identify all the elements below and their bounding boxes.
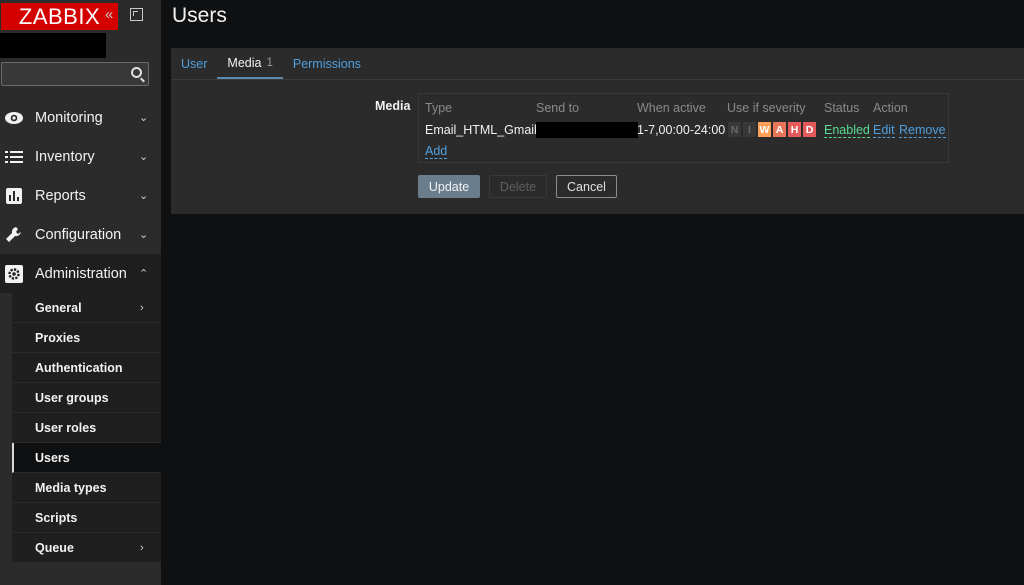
media-type-cell: Email_HTML_Gmail [425,123,537,137]
tab-user[interactable]: User [171,48,217,79]
submenu-item-label: Scripts [35,510,78,525]
collapse-sidebar-icon[interactable]: « [105,6,113,23]
submenu-item-label: General [35,300,82,315]
menu-inventory[interactable]: Inventory ⌄ [0,137,161,176]
administration-submenu: General › Proxies Authentication User gr… [12,293,161,563]
submenu-item-proxies[interactable]: Proxies [12,323,161,353]
cancel-button[interactable]: Cancel [556,175,617,198]
submenu-item-label: User roles [35,420,97,435]
severity-not-classified: N [728,122,741,137]
gear-icon [4,264,24,284]
column-header-action: Action [873,101,908,115]
submenu-item-label: Queue [35,540,74,555]
menu-configuration-label: Configuration [35,226,122,243]
menu-monitoring[interactable]: Monitoring ⌄ [0,98,161,137]
tab-media-count: 1 [266,56,273,69]
severity-average: A [773,122,786,137]
severity-high: H [788,122,801,137]
search-input[interactable] [1,62,149,86]
submenu-item-label: User groups [35,390,109,405]
submenu-item-users[interactable]: Users [12,443,161,473]
chevron-down-icon: ⌄ [139,190,149,202]
column-header-when-active: When active [637,101,706,115]
severity-information: I [743,122,756,137]
chevron-right-icon: › [140,301,144,314]
search-icon[interactable] [131,67,142,78]
submenu-item-user-roles[interactable]: User roles [12,413,161,443]
submenu-item-label: Proxies [35,330,81,345]
chevron-down-icon: ⌄ [139,112,149,124]
severity-warning: W [758,122,771,137]
column-header-type: Type [425,101,453,115]
menu-reports-label: Reports [35,187,86,204]
sidebar: ZABBIX « Monitoring ⌄ Inventory ⌄ Report… [0,0,161,585]
chevron-down-icon: ⌄ [139,229,149,241]
column-header-severity: Use if severity [727,101,806,115]
submenu-item-label: Media types [35,480,107,495]
tab-media-label: Media [227,55,262,70]
severity-disaster: D [803,122,816,137]
chevron-right-icon: › [140,541,144,554]
add-media-link[interactable]: Add [425,144,448,159]
submenu-item-user-groups[interactable]: User groups [12,383,161,413]
chevron-up-icon: ⌃ [139,268,149,280]
submenu-item-media-types[interactable]: Media types [12,473,161,503]
wrench-icon [4,225,24,245]
tab-media[interactable]: Media 1 [217,48,283,79]
edit-media-link[interactable]: Edit [873,123,895,138]
tab-permissions[interactable]: Permissions [283,48,371,79]
bar-chart-icon [4,186,24,206]
remove-media-link[interactable]: Remove [899,123,946,138]
submenu-item-label: Authentication [35,360,123,375]
tab-permissions-label: Permissions [292,56,361,71]
tab-bar: User Media 1 Permissions [171,48,371,79]
column-header-status: Status [824,101,860,115]
column-header-send-to: Send to [536,101,580,115]
update-button[interactable]: Update [418,175,480,198]
submenu-item-general[interactable]: General › [12,293,161,323]
severity-indicators: N I W A H D [728,122,818,137]
user-form-panel: User Media 1 Permissions Media Type Send… [171,48,1024,214]
menu-administration-label: Administration [35,265,127,282]
submenu-item-queue[interactable]: Queue › [12,533,161,563]
tab-user-label: User [181,56,208,71]
list-icon [4,147,24,167]
kiosk-mode-icon[interactable] [130,8,143,21]
media-field-label: Media [375,99,411,113]
menu-monitoring-label: Monitoring [35,109,103,126]
status-toggle[interactable]: Enabled [824,123,870,138]
redacted-server-name [0,33,106,58]
menu-administration[interactable]: Administration ⌃ [0,254,161,293]
page-title: Users [172,4,227,27]
zabbix-logo[interactable]: ZABBIX [1,3,118,30]
menu-inventory-label: Inventory [35,148,95,165]
eye-icon [4,108,24,128]
submenu-item-label: Users [35,450,70,465]
delete-button[interactable]: Delete [489,175,547,198]
when-active-cell: 1-7,00:00-24:00 [637,123,726,137]
submenu-item-scripts[interactable]: Scripts [12,503,161,533]
menu-reports[interactable]: Reports ⌄ [0,176,161,215]
tab-divider [171,79,1024,80]
menu-configuration[interactable]: Configuration ⌄ [0,215,161,254]
redacted-send-to [536,122,638,138]
submenu-item-authentication[interactable]: Authentication [12,353,161,383]
media-table: Type Send to When active Use if severity… [418,93,949,163]
chevron-down-icon: ⌄ [139,151,149,163]
